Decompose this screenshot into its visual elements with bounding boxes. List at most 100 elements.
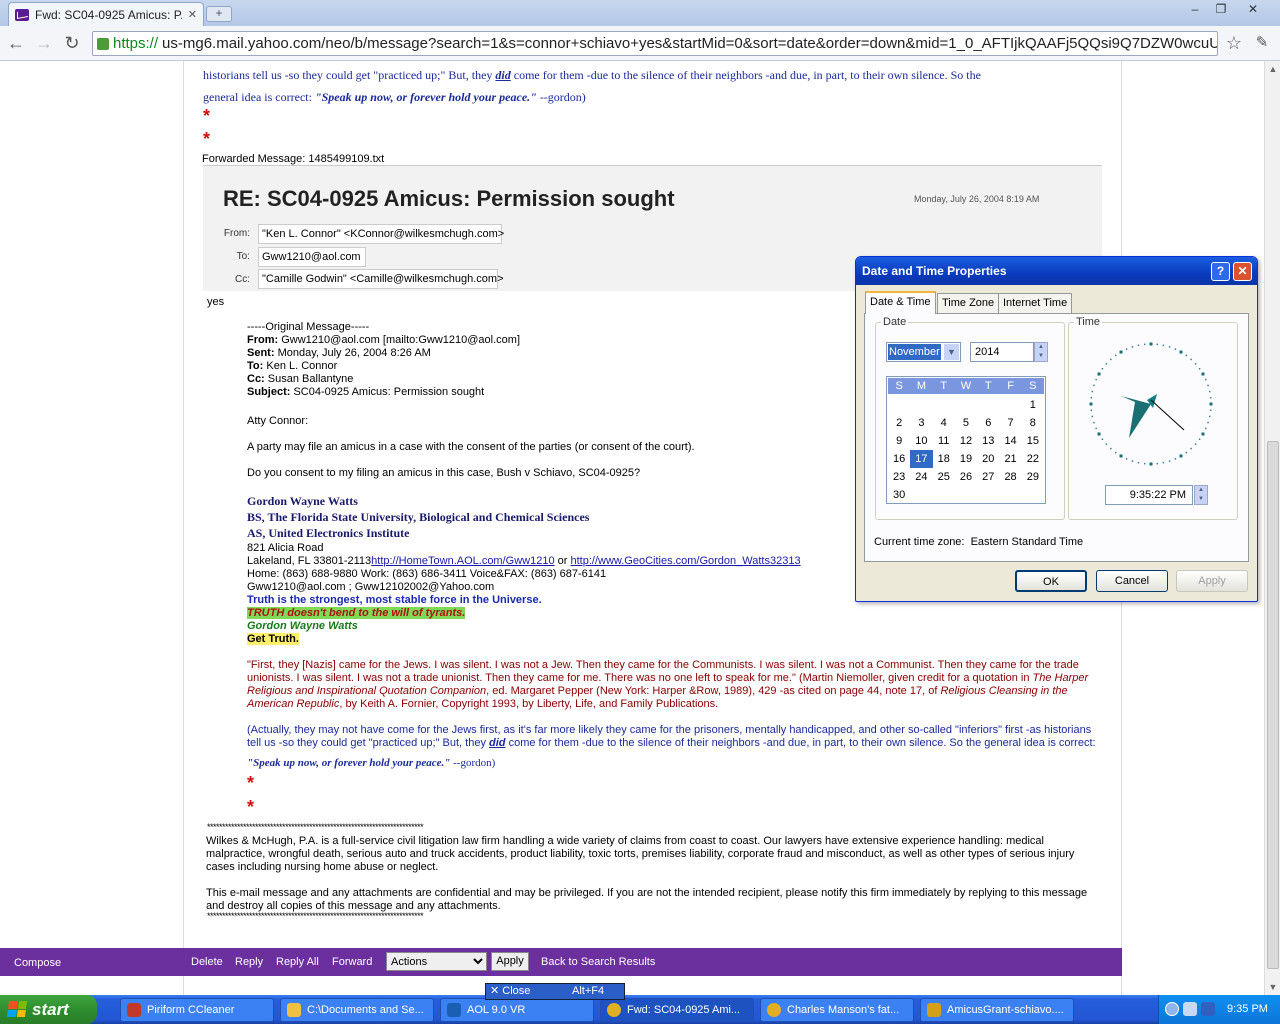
message-date: Monday, July 26, 2004 8:19 AM	[914, 194, 1040, 204]
calendar-day[interactable]: 9	[888, 432, 910, 450]
truth-line-4: Get Truth.	[247, 633, 299, 645]
page-scrollbar[interactable]: ▲ ▼	[1264, 61, 1280, 995]
tab-close-icon[interactable]: ✕	[188, 8, 197, 21]
month-select[interactable]: November ▼	[886, 342, 961, 362]
date-time-panel: Date November ▼ 2014 ▲ ▼ SMTWTFS 12345678…	[864, 313, 1249, 562]
calendar-day[interactable]: 10	[910, 432, 932, 450]
greeting: Atty Connor:	[247, 415, 309, 427]
calendar: SMTWTFS 1 2 3 4 5 6 7 8 9 10 11 12 13 14 15 16 17 18 19 20 2…	[886, 376, 1046, 504]
clock-tick	[1125, 458, 1128, 460]
taskbar-item-chrome-email[interactable]: Fwd: SC04-0925 Ami...	[600, 998, 754, 1022]
time-field[interactable]: 9:35:22 PM	[1105, 485, 1193, 505]
calendar-day[interactable]: 8	[1022, 414, 1044, 432]
forward-arrow-icon[interactable]: →	[32, 32, 56, 56]
calendar-day[interactable]: 4	[933, 414, 955, 432]
restore-icon[interactable]: ❐	[1209, 1, 1233, 17]
apply-dialog-button[interactable]: Apply	[1176, 570, 1248, 592]
calendar-day[interactable]: 28	[999, 468, 1021, 486]
back-to-search-link[interactable]: Back to Search Results	[541, 956, 655, 968]
taskbar-item-explorer[interactable]: C:\Documents and Se...	[280, 998, 434, 1022]
year-field[interactable]: 2014	[970, 342, 1034, 362]
reply-button[interactable]: Reply	[235, 956, 263, 968]
browser-tab[interactable]: Fwd: SC04-0925 Amicus: P... ✕	[8, 2, 204, 26]
calendar-day[interactable]: 5	[955, 414, 977, 432]
dialog-title[interactable]: Date and Time Properties	[856, 257, 1257, 285]
dialog-close-icon[interactable]: ✕	[1233, 262, 1252, 281]
tab-date-time[interactable]: Date & Time	[865, 291, 936, 314]
address-bar[interactable]: https://us-mg6.mail.yahoo.com/neo/b/mess…	[92, 31, 1218, 56]
actions-select[interactable]: Actions	[386, 952, 487, 971]
sig-link-hometown[interactable]: http://HomeTown.AOL.com/Gww1210	[371, 555, 554, 567]
forward-button[interactable]: Forward	[332, 956, 372, 968]
calendar-day[interactable]: 24	[910, 468, 932, 486]
scroll-down-icon[interactable]: ▼	[1265, 979, 1280, 995]
paragraph-1: A party may file an amicus in a case wit…	[247, 441, 695, 453]
reply-all-button[interactable]: Reply All	[276, 956, 319, 968]
time-spinner[interactable]: ▲ ▼	[1194, 485, 1208, 505]
scroll-up-icon[interactable]: ▲	[1265, 61, 1280, 77]
minimize-icon[interactable]: –	[1183, 1, 1207, 17]
quote-line-4a: American Republic	[247, 698, 340, 710]
calendar-day[interactable]: 16	[888, 450, 910, 468]
calendar-day[interactable]: 13	[977, 432, 999, 450]
quote-line-3a: Religious and Inspirational Quotation Co…	[247, 685, 487, 697]
delete-button[interactable]: Delete	[191, 956, 223, 968]
calendar-day[interactable]: 29	[1022, 468, 1044, 486]
truth-block: Truth is the strongest, most stable forc…	[247, 594, 542, 646]
calendar-day[interactable]: 22	[1022, 450, 1044, 468]
scroll-thumb[interactable]	[1267, 441, 1279, 969]
calendar-day[interactable]: 27	[977, 468, 999, 486]
window-close-icon[interactable]: ✕	[1241, 1, 1265, 17]
wrench-icon[interactable]: ✎	[1250, 32, 1274, 56]
calendar-day[interactable]: 3	[910, 414, 932, 432]
calendar-day[interactable]: 30	[888, 486, 910, 504]
calendar-day[interactable]: 11	[933, 432, 955, 450]
calendar-day[interactable]: 25	[933, 468, 955, 486]
calendar-day[interactable]: 20	[977, 450, 999, 468]
calendar-day[interactable]: 23	[888, 468, 910, 486]
calendar-day[interactable]: 15	[1022, 432, 1044, 450]
year-spinner[interactable]: ▲ ▼	[1034, 342, 1048, 362]
tab-internet-time[interactable]: Internet Time	[998, 293, 1073, 313]
calendar-day[interactable]: 18	[933, 450, 955, 468]
back-arrow-icon[interactable]: ←	[4, 32, 28, 56]
tab-time-zone[interactable]: Time Zone	[937, 293, 1000, 313]
calendar-day[interactable]: 12	[955, 432, 977, 450]
compose-button[interactable]: Compose	[14, 957, 61, 969]
cancel-button[interactable]: Cancel	[1096, 570, 1168, 592]
calendar-day[interactable]: 6	[977, 414, 999, 432]
apply-button[interactable]: Apply	[491, 952, 529, 971]
calendar-day[interactable]: 1	[1022, 396, 1044, 414]
tooltip-close-icon: ✕	[490, 985, 500, 997]
tray-expand-icon[interactable]	[1165, 1002, 1179, 1016]
sig-link-geocities[interactable]: http://www.GeoCities.com/Gordon_Watts323…	[570, 555, 800, 567]
calendar-day[interactable]: 14	[999, 432, 1021, 450]
calendar-empty	[910, 396, 932, 414]
tray-clock[interactable]: 9:35 PM	[1227, 995, 1268, 1024]
calendar-day[interactable]: 2	[888, 414, 910, 432]
start-button[interactable]: start	[0, 995, 97, 1024]
taskbar-item-aol[interactable]: AOL 9.0 VR	[440, 998, 594, 1022]
clock-tick	[1156, 343, 1159, 346]
calendar-day[interactable]: 17	[910, 450, 933, 468]
taskbar-item-amicus[interactable]: AmicusGrant-schiavo....	[920, 998, 1074, 1022]
folder-icon	[287, 1003, 301, 1017]
taskbar-item-chrome-manson[interactable]: Charles Manson's fat...	[760, 998, 914, 1022]
new-tab-button[interactable]: +	[206, 6, 232, 22]
taskbar-item-ccleaner[interactable]: Piriform CCleaner	[120, 998, 274, 1022]
help-icon[interactable]: ?	[1211, 262, 1230, 281]
aol-tray-icon[interactable]	[1183, 1002, 1197, 1016]
calendar-day[interactable]: 21	[999, 450, 1021, 468]
calendar-day[interactable]: 7	[999, 414, 1021, 432]
orig-to: Ken L. Connor	[266, 360, 338, 372]
network-tray-icon[interactable]	[1201, 1002, 1215, 1016]
from-value: "Ken L. Connor" <KConnor@wilkesmchugh.co…	[258, 224, 504, 244]
calendar-day[interactable]: 19	[955, 450, 977, 468]
orig-sent: Monday, July 26, 2004 8:26 AM	[277, 347, 431, 359]
bookmark-star-icon[interactable]: ☆	[1222, 32, 1246, 56]
calendar-day[interactable]: 26	[955, 468, 977, 486]
month-dropdown-icon[interactable]: ▼	[944, 344, 959, 360]
browser-tab-bar: Fwd: SC04-0925 Amicus: P... ✕ + – ❐ ✕	[0, 0, 1280, 26]
ok-button[interactable]: OK	[1015, 570, 1087, 592]
reload-icon[interactable]: ↻	[60, 32, 84, 56]
